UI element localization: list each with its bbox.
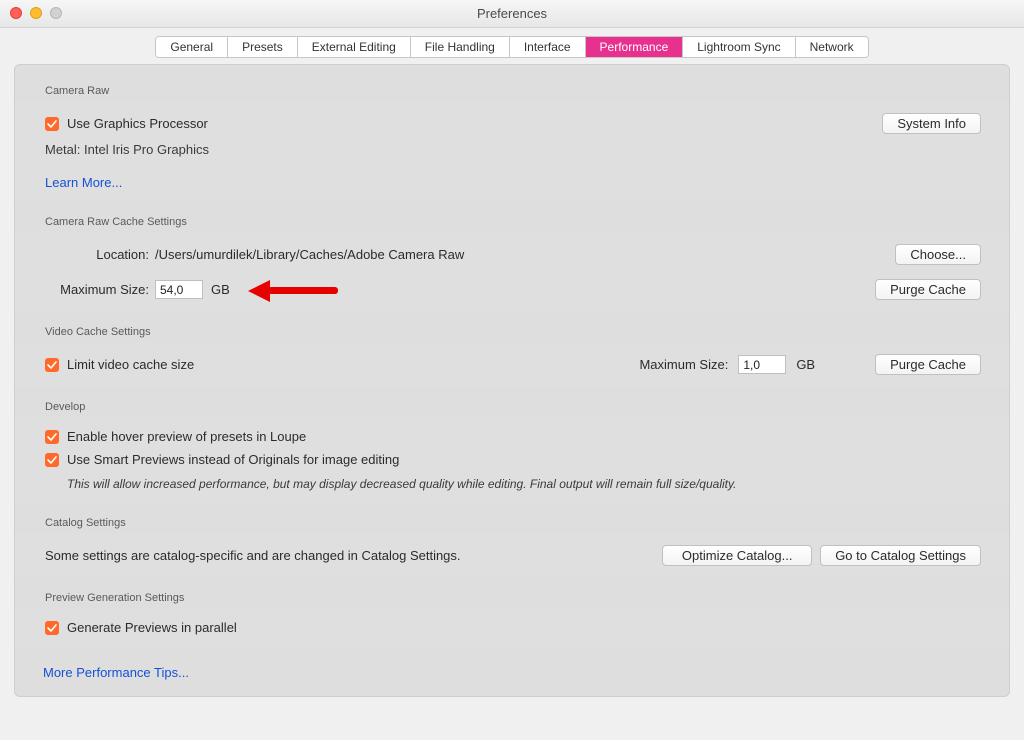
- cache-location-value: /Users/umurdilek/Library/Caches/Adobe Ca…: [155, 247, 464, 262]
- video-size-unit: GB: [796, 357, 815, 372]
- cache-max-size-label: Maximum Size:: [45, 282, 155, 297]
- traffic-lights: [10, 7, 62, 19]
- check-icon: [47, 360, 57, 370]
- title-bar: Preferences: [0, 0, 1024, 28]
- check-icon: [47, 455, 57, 465]
- cache-max-size-input[interactable]: [155, 280, 203, 299]
- video-max-size-label: Maximum Size:: [639, 357, 728, 372]
- section-develop: Enable hover preview of presets in Loupe…: [15, 417, 1009, 503]
- window-zoom-button[interactable]: [50, 7, 62, 19]
- limit-video-cache-label: Limit video cache size: [67, 357, 194, 372]
- section-preview-gen-label: Preview Generation Settings: [15, 578, 1009, 608]
- use-gpu-checkbox[interactable]: [45, 117, 59, 131]
- optimize-catalog-button[interactable]: Optimize Catalog...: [662, 545, 812, 566]
- window-close-button[interactable]: [10, 7, 22, 19]
- cache-size-unit: GB: [211, 282, 230, 297]
- section-catalog-label: Catalog Settings: [15, 503, 1009, 533]
- tab-network[interactable]: Network: [796, 37, 868, 57]
- purge-camera-raw-cache-button[interactable]: Purge Cache: [875, 279, 981, 300]
- check-icon: [47, 119, 57, 129]
- check-icon: [47, 432, 57, 442]
- tab-strip: General Presets External Editing File Ha…: [0, 28, 1024, 58]
- tab-lightroom-sync[interactable]: Lightroom Sync: [683, 37, 795, 57]
- more-performance-tips-link[interactable]: More Performance Tips...: [43, 665, 189, 680]
- tab-presets[interactable]: Presets: [228, 37, 298, 57]
- hover-preview-label: Enable hover preview of presets in Loupe: [67, 429, 306, 444]
- preferences-panel: Camera Raw Use Graphics Processor System…: [14, 64, 1010, 697]
- tab-file-handling[interactable]: File Handling: [411, 37, 510, 57]
- learn-more-link[interactable]: Learn More...: [45, 175, 122, 190]
- section-camera-raw-label: Camera Raw: [15, 71, 1009, 101]
- check-icon: [47, 623, 57, 633]
- section-catalog: Some settings are catalog-specific and a…: [15, 533, 1009, 578]
- tab-external-editing[interactable]: External Editing: [298, 37, 411, 57]
- section-preview-gen: Generate Previews in parallel: [15, 608, 1009, 647]
- smart-previews-label: Use Smart Previews instead of Originals …: [67, 452, 399, 467]
- choose-cache-location-button[interactable]: Choose...: [895, 244, 981, 265]
- use-gpu-label: Use Graphics Processor: [67, 116, 208, 131]
- window-minimize-button[interactable]: [30, 7, 42, 19]
- annotation-arrow-icon: [248, 283, 338, 297]
- tab-general[interactable]: General: [156, 37, 228, 57]
- section-video-cache: Limit video cache size Maximum Size: GB …: [15, 342, 1009, 387]
- catalog-settings-text: Some settings are catalog-specific and a…: [45, 548, 461, 563]
- cache-location-label: Location:: [45, 247, 155, 262]
- video-max-size-input[interactable]: [738, 355, 786, 374]
- window-title: Preferences: [477, 6, 547, 21]
- tab-interface[interactable]: Interface: [510, 37, 586, 57]
- section-camera-raw: Use Graphics Processor System Info Metal…: [15, 101, 1009, 202]
- section-crc-cache-label: Camera Raw Cache Settings: [15, 202, 1009, 232]
- section-crc-cache: Location: /Users/umurdilek/Library/Cache…: [15, 232, 1009, 312]
- section-develop-label: Develop: [15, 387, 1009, 417]
- section-video-cache-label: Video Cache Settings: [15, 312, 1009, 342]
- tab-performance[interactable]: Performance: [586, 37, 684, 57]
- smart-previews-note: This will allow increased performance, b…: [45, 471, 981, 495]
- generate-parallel-label: Generate Previews in parallel: [67, 620, 237, 635]
- goto-catalog-settings-button[interactable]: Go to Catalog Settings: [820, 545, 981, 566]
- system-info-button[interactable]: System Info: [882, 113, 981, 134]
- gpu-description: Metal: Intel Iris Pro Graphics: [45, 142, 209, 157]
- smart-previews-checkbox[interactable]: [45, 453, 59, 467]
- hover-preview-checkbox[interactable]: [45, 430, 59, 444]
- generate-parallel-checkbox[interactable]: [45, 621, 59, 635]
- purge-video-cache-button[interactable]: Purge Cache: [875, 354, 981, 375]
- limit-video-cache-checkbox[interactable]: [45, 358, 59, 372]
